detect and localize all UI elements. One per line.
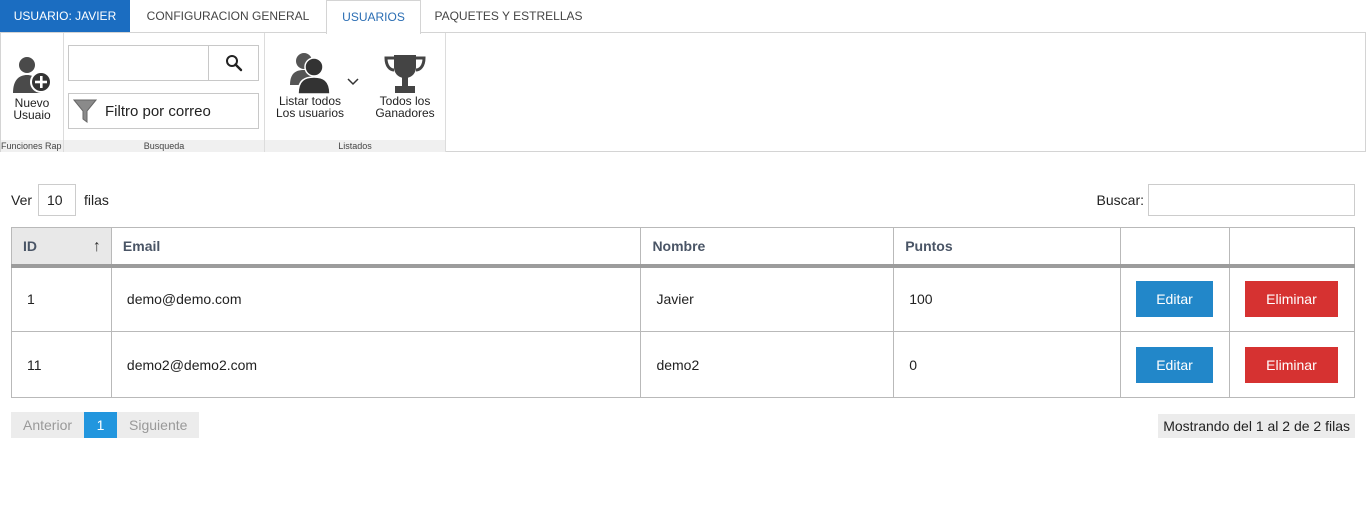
pagination-page-current[interactable]: 1 bbox=[84, 412, 118, 438]
cell-delete: Eliminar bbox=[1228, 331, 1356, 398]
cell-puntos: 0 bbox=[893, 331, 1121, 398]
group-label-busqueda: Busqueda bbox=[64, 140, 264, 152]
group-label-funciones: Funciones Rap bbox=[1, 140, 63, 152]
filter-icon bbox=[73, 99, 97, 123]
cell-delete: Eliminar bbox=[1228, 265, 1356, 332]
list-all-label-2: Los usuarios bbox=[275, 106, 345, 120]
table-header-row: ID ↑ Email Nombre Puntos bbox=[11, 227, 1356, 268]
all-winners-button[interactable]: Todos los Ganadores bbox=[369, 53, 441, 119]
chevron-down-icon bbox=[347, 78, 359, 86]
add-user-icon bbox=[13, 57, 52, 93]
cell-nombre: demo2 bbox=[640, 331, 895, 398]
tab-usuarios[interactable]: USUARIOS bbox=[326, 0, 421, 34]
page-length-control: Ver 10 filas bbox=[11, 184, 109, 216]
delete-button[interactable]: Eliminar bbox=[1244, 281, 1338, 318]
delete-button[interactable]: Eliminar bbox=[1244, 346, 1338, 383]
column-header-id-label: ID bbox=[23, 237, 37, 254]
users-group-icon bbox=[290, 53, 331, 95]
users-table: ID ↑ Email Nombre Puntos 1 demo@demo.com… bbox=[11, 227, 1356, 398]
search-icon bbox=[225, 55, 242, 72]
buscar-label: Buscar: bbox=[1096, 192, 1144, 208]
column-header-edit bbox=[1120, 227, 1230, 268]
winners-label-2: Ganadores bbox=[375, 106, 435, 120]
group-label-listados: Listados bbox=[265, 140, 445, 152]
table-row: 11 demo2@demo2.com demo2 0 Editar Elimin… bbox=[11, 331, 1356, 398]
list-all-users-button[interactable]: Listar todos Los usuarios bbox=[273, 51, 347, 119]
edit-button[interactable]: Editar bbox=[1136, 281, 1213, 318]
group-funciones-rapidas: Nuevo Usuaio Funciones Rap bbox=[1, 33, 64, 152]
cell-id: 1 bbox=[11, 265, 112, 332]
tab-user[interactable]: USUARIO: JAVIER bbox=[0, 0, 130, 33]
column-header-delete bbox=[1228, 227, 1356, 268]
table-info: Mostrando del 1 al 2 de 2 filas bbox=[1158, 414, 1355, 438]
new-user-label-2: Usuaio bbox=[13, 108, 51, 122]
column-header-id[interactable]: ID ↑ bbox=[11, 227, 112, 268]
filter-label: Filtro por correo bbox=[105, 102, 211, 120]
cell-email: demo2@demo2.com bbox=[110, 331, 642, 398]
new-user-button[interactable]: Nuevo Usuaio bbox=[7, 53, 57, 121]
ribbon-search bbox=[68, 45, 259, 81]
cell-edit: Editar bbox=[1120, 331, 1230, 398]
group-listados: Listar todos Los usuarios Todos los Gana… bbox=[265, 33, 446, 152]
ver-label: Ver bbox=[11, 192, 33, 208]
column-header-email[interactable]: Email bbox=[110, 227, 642, 268]
cell-email: demo@demo.com bbox=[110, 265, 642, 332]
ribbon-search-input[interactable] bbox=[69, 46, 208, 80]
cell-nombre: Javier bbox=[640, 265, 895, 332]
tab-paquetes-estrellas[interactable]: PAQUETES Y ESTRELLAS bbox=[421, 0, 596, 33]
table-search: Buscar: bbox=[1097, 184, 1355, 216]
cell-puntos: 100 bbox=[893, 265, 1121, 332]
top-tab-bar: USUARIO: JAVIER CONFIGURACION GENERAL US… bbox=[0, 0, 1366, 34]
ribbon-search-button[interactable] bbox=[208, 46, 258, 80]
page-length-select[interactable]: 10 bbox=[38, 184, 77, 216]
tab-configuracion-general[interactable]: CONFIGURACION GENERAL bbox=[130, 0, 326, 33]
table-search-input[interactable] bbox=[1148, 184, 1355, 216]
column-header-puntos[interactable]: Puntos bbox=[893, 227, 1121, 268]
edit-button[interactable]: Editar bbox=[1136, 346, 1213, 383]
trophy-icon bbox=[384, 55, 426, 93]
filter-by-email-button[interactable]: Filtro por correo bbox=[68, 93, 259, 129]
cell-id: 11 bbox=[11, 331, 112, 398]
ribbon: Nuevo Usuaio Funciones Rap Filtro por co… bbox=[0, 32, 1366, 152]
sort-ascending-icon: ↑ bbox=[92, 238, 101, 255]
list-dropdown-toggle[interactable] bbox=[347, 73, 361, 87]
pagination-next[interactable]: Siguiente bbox=[117, 412, 200, 438]
pagination-previous[interactable]: Anterior bbox=[11, 412, 85, 438]
pagination: Anterior 1 Siguiente bbox=[11, 412, 200, 438]
group-busqueda: Filtro por correo Busqueda bbox=[64, 33, 265, 152]
column-header-nombre[interactable]: Nombre bbox=[640, 227, 895, 268]
table-row: 1 demo@demo.com Javier 100 Editar Elimin… bbox=[11, 265, 1356, 332]
cell-edit: Editar bbox=[1120, 265, 1230, 332]
filas-label: filas bbox=[84, 192, 109, 208]
